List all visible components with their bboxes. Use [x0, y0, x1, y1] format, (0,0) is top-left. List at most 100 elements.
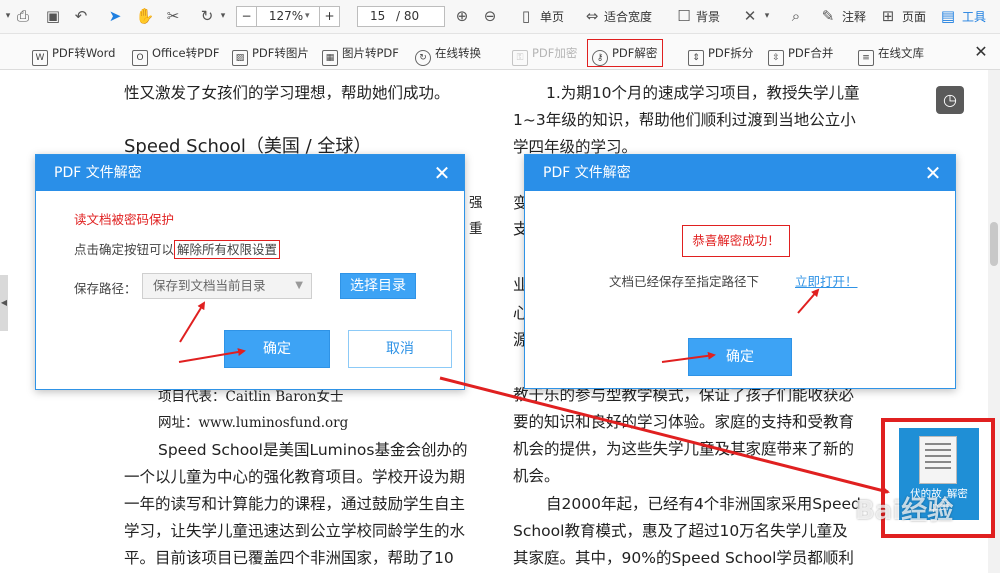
tools-ribbon: W PDF转Word O Office转PDF ▨ PDF转图片 ▦ 图片转PDF ↻ 在…	[0, 34, 1000, 70]
pdf-merge-label: PDF合并	[788, 46, 834, 60]
ok-button[interactable]: 确定	[224, 330, 330, 368]
online-library-button[interactable]: ≡ 在线文库	[858, 42, 924, 66]
pdf-merge-button[interactable]: ⇳ PDF合并	[768, 42, 834, 66]
pdf-encrypt-button[interactable]: ⚿ PDF加密	[512, 42, 578, 66]
select-cursor-icon[interactable]: ➤	[104, 6, 126, 26]
image-to-pdf-button[interactable]: ▦ 图片转PDF	[322, 42, 399, 66]
doc-left-para-2: 一个以儿童为中心的强化教育项目。学校开设为期	[124, 468, 466, 486]
chevron-down-icon: ▼	[295, 280, 303, 291]
zoom-out-button[interactable]: −	[237, 7, 257, 26]
cloud-convert-icon: ↻	[415, 50, 431, 66]
tools-label[interactable]: 工具	[962, 8, 986, 26]
saved-location-text: 文档已经保存至指定路径下	[609, 274, 760, 289]
page-current[interactable]: 15	[370, 7, 385, 26]
decrypt-dialog: PDF 文件解密 ✕ 读文档被密码保护 点击确定按钮可以 解除所有权限设置 保存路…	[35, 154, 465, 390]
close-icon[interactable]: ✕	[923, 162, 943, 184]
cross-tool-dropdown-icon[interactable]: ▾	[762, 6, 772, 26]
watermark-text: Bai经验	[855, 496, 954, 526]
office-to-pdf-button[interactable]: O Office转PDF	[132, 42, 220, 66]
doc-right-line-1: 1.为期10个月的速成学习项目，教授失学儿童	[546, 84, 860, 102]
undo-back-icon[interactable]: ↶	[70, 6, 92, 26]
background-label[interactable]: 背景	[696, 8, 720, 26]
image-to-pdf-label: 图片转PDF	[342, 46, 399, 60]
close-icon[interactable]: ✕	[432, 162, 452, 184]
annotate-label[interactable]: 注释	[842, 8, 866, 26]
page-label[interactable]: 页面	[902, 8, 926, 26]
prev-page-icon[interactable]: ⊕	[452, 6, 472, 26]
office-to-pdf-label: Office转PDF	[152, 46, 220, 60]
pdf-to-word-button[interactable]: W PDF转Word	[32, 42, 115, 66]
success-dialog-title: PDF 文件解密	[543, 165, 631, 181]
dropdown-caret-icon[interactable]: ▾	[4, 6, 12, 26]
save-path-label: 保存路径：	[74, 281, 137, 296]
doc-left-url: 网址：www.luminosfund.org	[158, 415, 349, 431]
decrypt-dialog-title: PDF 文件解密	[54, 165, 142, 181]
pdf-to-image-icon: ▨	[232, 50, 248, 66]
open-now-link[interactable]: 立即打开！	[795, 271, 858, 290]
single-page-icon[interactable]: ▯	[518, 6, 534, 26]
hand-tool-icon[interactable]: ✋	[134, 6, 156, 26]
doc-left-peek-1: 强	[469, 195, 483, 211]
doc-right-line-5: 要的知识和良好的学习体验。家庭的支持和受教育	[513, 413, 855, 431]
online-convert-button[interactable]: ↻ 在线转换	[415, 42, 481, 66]
zoom-control: − 127% ▾ +	[236, 6, 340, 27]
online-convert-label: 在线转换	[435, 46, 481, 60]
save-path-select[interactable]: 保存到文档当前目录 ▼	[142, 273, 312, 299]
tools-icon[interactable]: ▤	[938, 6, 958, 26]
password-protected-warning: 读文档被密码保护	[74, 212, 175, 227]
search-icon[interactable]: ⌕	[786, 6, 806, 26]
pdf-to-image-button[interactable]: ▨ PDF转图片	[232, 42, 309, 66]
zoom-in-button[interactable]: +	[319, 7, 339, 26]
fit-width-label[interactable]: 适合宽度	[604, 8, 652, 26]
fit-width-icon[interactable]: ⇔	[583, 6, 601, 26]
print-icon[interactable]: ⎙	[12, 6, 34, 26]
merge-icon: ⇳	[768, 50, 784, 66]
cancel-button[interactable]: 取消	[348, 330, 452, 368]
page-total: / 80	[396, 9, 420, 23]
success-dialog-header: PDF 文件解密 ✕	[525, 155, 955, 191]
rotate-dropdown-icon[interactable]: ▾	[218, 6, 228, 26]
next-page-icon[interactable]: ⊖	[480, 6, 500, 26]
pdf-reader-window: ▾ ⎙ ▣ ↶ ➤ ✋ ✂ ↻ ▾ − 127% ▾ + 15 / 80 ⊕ ⊖…	[0, 0, 1000, 573]
doc-right-line-2: 1~3年级的知识，帮助他们顺利过渡到当地公立小	[513, 111, 856, 129]
page-number-box[interactable]: 15 / 80	[357, 6, 445, 27]
library-icon: ≡	[858, 50, 874, 66]
decrypt-dialog-header: PDF 文件解密 ✕	[36, 155, 464, 191]
save-icon[interactable]: ▣	[42, 6, 64, 26]
zoom-dropdown-icon[interactable]: ▾	[305, 7, 315, 26]
main-toolbar: ▾ ⎙ ▣ ↶ ➤ ✋ ✂ ↻ ▾ − 127% ▾ + 15 / 80 ⊕ ⊖…	[0, 0, 1000, 34]
doc-left-para-3: 一年的读写和计算能力的课程，通过鼓励学生自主	[124, 495, 466, 513]
choose-directory-button[interactable]: 选择目录	[340, 273, 416, 299]
scissors-icon[interactable]: ✂	[162, 6, 184, 26]
decrypt-success-dialog: PDF 文件解密 ✕ 恭喜解密成功！ 文档已经保存至指定路径下 立即打开！ 确定	[524, 154, 956, 389]
pdf-to-image-label: PDF转图片	[252, 46, 309, 60]
single-page-label[interactable]: 单页	[540, 8, 564, 26]
pdf-split-label: PDF拆分	[708, 46, 754, 60]
close-ribbon-icon[interactable]: ✕	[970, 42, 992, 62]
page-grid-icon[interactable]: ⊞	[878, 6, 898, 26]
cross-tool-icon[interactable]: ✕	[740, 6, 760, 26]
doc-right-line-7: 机会。	[513, 467, 560, 485]
doc-right-line-9: School教育模式，惠及了超过10万名失学儿童及	[513, 522, 848, 540]
doc-left-peek-2: 重	[469, 221, 483, 237]
image-to-pdf-icon: ▦	[322, 50, 338, 66]
ok-button[interactable]: 确定	[688, 338, 792, 376]
background-checkbox-icon[interactable]: ☐	[676, 6, 692, 26]
doc-right-line-10: 其家庭。其中，90%的Speed School学员都顺利	[513, 549, 854, 567]
pdf-split-button[interactable]: ⇕ PDF拆分	[688, 42, 754, 66]
scrollbar-thumb[interactable]	[990, 222, 998, 266]
annotate-icon[interactable]: ✎	[818, 6, 838, 26]
pdf-to-word-icon: W	[32, 50, 48, 66]
pdf-file-icon[interactable]	[919, 436, 957, 484]
office-to-pdf-icon: O	[132, 50, 148, 66]
pdf-encrypt-label: PDF加密	[532, 46, 578, 60]
rotate-icon[interactable]: ↻	[196, 6, 218, 26]
split-icon: ⇕	[688, 50, 704, 66]
doc-left-line-1: 性又激发了女孩们的学习理想，帮助她们成功。	[124, 84, 450, 102]
doc-right-line-8: 自2000年起，已经有4个非洲国家采用Speed	[546, 495, 861, 513]
save-path-value: 保存到文档当前目录	[153, 278, 266, 293]
history-icon[interactable]: ◷	[936, 86, 964, 114]
sidebar-toggle-handle[interactable]: ◀	[0, 275, 8, 331]
doc-right-line-6: 机会的提供，为这些失学儿童及其家庭带来了新的	[513, 440, 855, 458]
doc-left-para-4: 学习，让失学儿童迅速达到公立学校同龄学生的水	[124, 522, 466, 540]
